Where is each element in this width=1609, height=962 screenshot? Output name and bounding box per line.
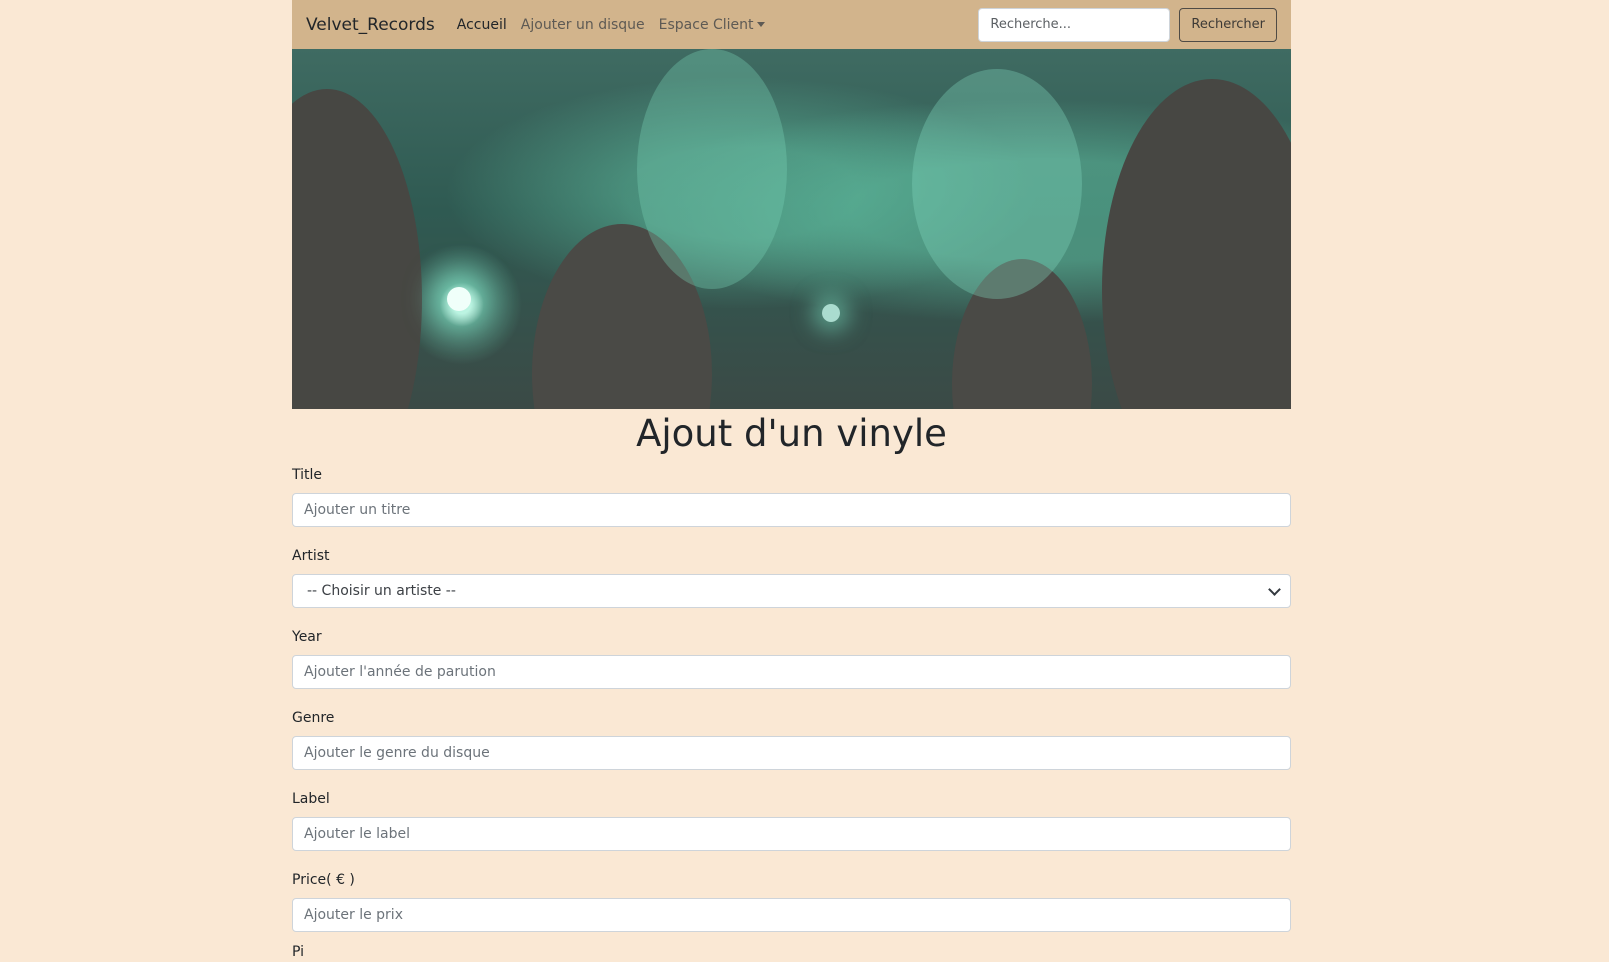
crowd-silhouette — [1102, 79, 1291, 409]
performer-figure — [637, 49, 787, 289]
brand-link[interactable]: Velvet_Records — [306, 15, 435, 35]
hero-image — [292, 49, 1291, 409]
artist-field: Artist -- Choisir un artiste -- — [292, 546, 1291, 608]
genre-input[interactable] — [292, 736, 1291, 770]
label-field: Label — [292, 789, 1291, 851]
nav-dropdown-label: Espace Client — [658, 16, 754, 33]
performer-figure — [912, 69, 1082, 299]
artist-select[interactable]: -- Choisir un artiste -- — [292, 574, 1291, 608]
page-title: Ajout d'un vinyle — [636, 412, 947, 455]
title-field: Title — [292, 465, 1291, 527]
search-input[interactable] — [978, 7, 1171, 42]
year-field: Year — [292, 627, 1291, 689]
year-label: Year — [292, 629, 322, 645]
price-label: Price( € ) — [292, 872, 355, 888]
artist-select-wrapper: -- Choisir un artiste -- — [292, 574, 1291, 608]
year-input[interactable] — [292, 655, 1291, 689]
nav-link-ajouter-disque[interactable]: Ajouter un disque — [521, 17, 645, 33]
label-input[interactable] — [292, 817, 1291, 851]
nav-dropdown-espace-client[interactable]: Espace Client — [659, 17, 765, 33]
nav-link-accueil[interactable]: Accueil — [457, 17, 507, 33]
next-field-label: Pi — [292, 944, 305, 960]
stage-light — [447, 287, 471, 311]
genre-label: Genre — [292, 710, 335, 726]
title-input[interactable] — [292, 493, 1291, 527]
genre-field: Genre — [292, 708, 1291, 770]
price-field: Price( € ) — [292, 870, 1291, 932]
label-label: Label — [292, 791, 330, 807]
crowd-silhouette — [292, 89, 422, 409]
title-label: Title — [292, 467, 323, 483]
artist-label: Artist — [292, 548, 330, 564]
navbar: Velvet_Records Accueil Ajouter un disque… — [292, 0, 1291, 49]
search-button[interactable]: Rechercher — [1179, 7, 1277, 42]
stage-light — [822, 304, 840, 322]
caret-down-icon — [756, 21, 765, 27]
page-container: Velvet_Records Accueil Ajouter un disque… — [292, 0, 1291, 962]
